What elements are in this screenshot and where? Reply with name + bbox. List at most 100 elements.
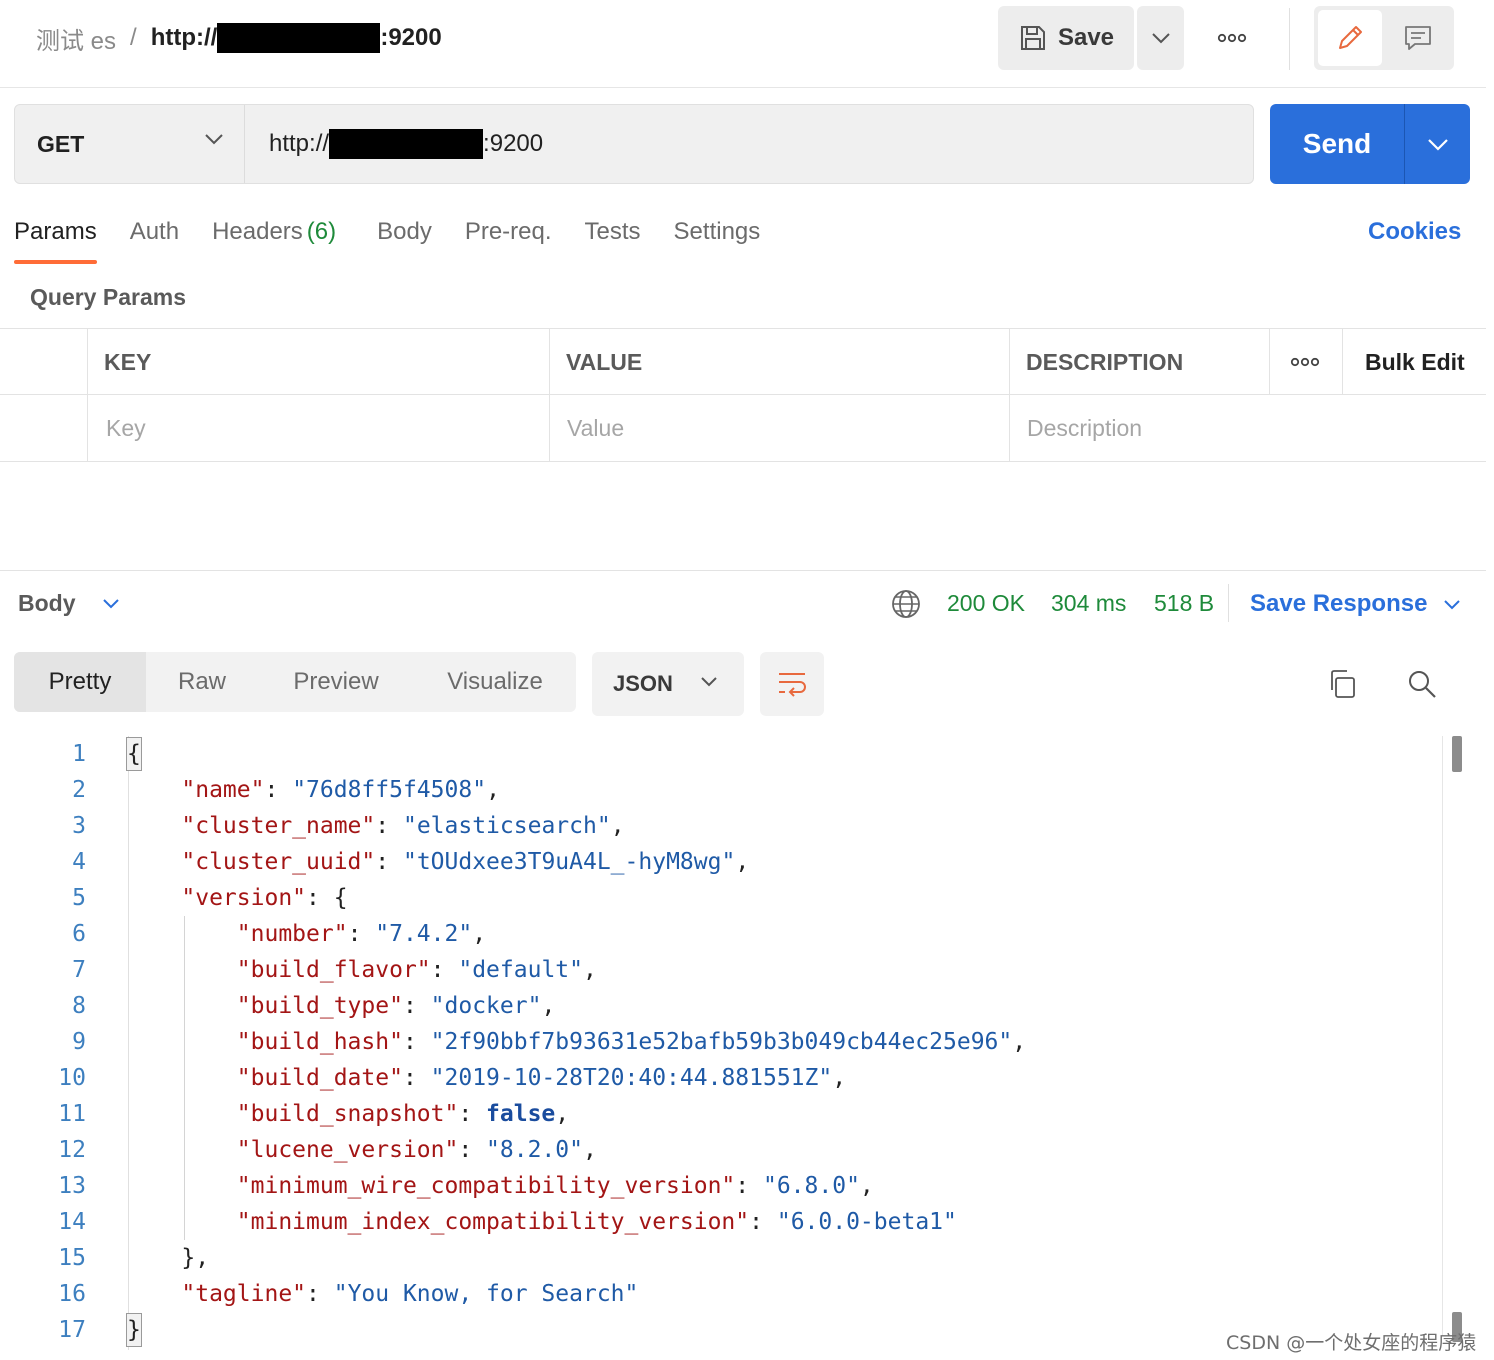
code-token: "cluster_uuid" xyxy=(181,849,376,875)
key-input[interactable]: Key xyxy=(88,395,548,461)
globe-icon[interactable] xyxy=(890,588,922,620)
tab-headers[interactable]: Headers (6) xyxy=(212,212,336,264)
code-line: 6 "number": "7.4.2", xyxy=(0,916,1440,952)
code-token: , xyxy=(472,921,487,947)
code-token: "build_type" xyxy=(236,993,403,1019)
code-token: "2019-10-28T20:40:44.881551Z" xyxy=(430,1065,833,1091)
redacted-host xyxy=(329,129,484,159)
request-header-bar: 测试 es / http:// :9200 Save xyxy=(0,0,1486,88)
save-button-label: Save xyxy=(1057,24,1115,51)
url-input[interactable]: http:// :9200 xyxy=(269,127,543,161)
edit-mode-button[interactable] xyxy=(1318,10,1382,66)
more-actions-button[interactable] xyxy=(1208,22,1256,54)
code-line: 10 "build_date": "2019-10-28T20:40:44.88… xyxy=(0,1060,1440,1096)
line-number: 1 xyxy=(72,741,86,767)
code-line: 1{ xyxy=(0,736,1440,772)
save-icon xyxy=(1020,26,1045,50)
send-options-dropdown[interactable] xyxy=(1405,104,1470,184)
description-input[interactable]: Description xyxy=(1010,395,1480,461)
code-token: : xyxy=(735,1173,763,1199)
code-token: "lucene_version" xyxy=(236,1137,459,1163)
save-button[interactable]: Save xyxy=(998,6,1134,70)
send-button[interactable]: Send xyxy=(1270,104,1404,184)
method-value: GET xyxy=(37,130,85,157)
breadcrumb: 测试 es / http:// :9200 xyxy=(36,21,442,56)
format-value: JSON xyxy=(613,671,673,696)
save-response-label: Save Response xyxy=(1250,590,1428,617)
response-time[interactable]: 304 ms xyxy=(1051,590,1126,617)
value-input[interactable]: Value xyxy=(550,395,1008,461)
toolbar-divider xyxy=(1289,8,1290,70)
scrollbar-track xyxy=(1442,736,1443,1336)
copy-button[interactable] xyxy=(1322,664,1362,704)
tab-tests[interactable]: Tests xyxy=(585,212,641,264)
save-options-dropdown[interactable] xyxy=(1137,6,1184,70)
code-line: 12 "lucene_version": "8.2.0", xyxy=(0,1132,1440,1168)
request-name[interactable]: http:// :9200 xyxy=(151,23,442,53)
code-token: : xyxy=(402,1065,431,1091)
column-header-description: DESCRIPTION xyxy=(1026,348,1184,375)
line-number: 4 xyxy=(72,849,86,875)
format-select[interactable]: JSON xyxy=(592,652,744,716)
request-url-bar: GET http:// :9200 xyxy=(14,104,1254,184)
code-line: 9 "build_hash": "2f90bbf7b93631e52bafb59… xyxy=(0,1024,1440,1060)
bulk-edit-button[interactable]: Bulk Edit xyxy=(1348,329,1465,395)
table-options-button[interactable] xyxy=(1270,329,1342,395)
response-section-select[interactable]: Body xyxy=(18,590,120,617)
tab-params[interactable]: Params xyxy=(14,212,97,264)
line-number: 14 xyxy=(58,1209,86,1235)
method-select[interactable]: GET xyxy=(15,105,245,183)
tab-pre-request[interactable]: Pre-req. xyxy=(465,212,552,264)
status-divider xyxy=(1228,584,1229,622)
view-preview[interactable]: Preview xyxy=(258,652,414,712)
line-number: 7 xyxy=(72,957,86,983)
save-response-button[interactable]: Save Response xyxy=(1250,590,1461,618)
comments-button[interactable] xyxy=(1386,10,1450,66)
code-line: 8 "build_type": "docker", xyxy=(0,988,1440,1024)
code-line: 14 "minimum_index_compatibility_version"… xyxy=(0,1204,1440,1240)
search-button[interactable] xyxy=(1402,664,1442,704)
response-view-tabs: Pretty Raw Preview Visualize xyxy=(14,652,576,712)
tab-settings[interactable]: Settings xyxy=(674,212,761,264)
code-text: "minimum_wire_compatibility_version": "6… xyxy=(126,1168,874,1204)
status-code[interactable]: 200 OK xyxy=(947,590,1025,617)
breadcrumb-collection[interactable]: 测试 es xyxy=(36,21,116,56)
chevron-down-icon xyxy=(102,599,119,609)
wrap-lines-icon xyxy=(779,673,806,697)
line-number: 13 xyxy=(58,1173,86,1199)
code-token: } xyxy=(126,1313,142,1347)
code-text: "build_flavor": "default", xyxy=(126,952,597,988)
view-pretty[interactable]: Pretty xyxy=(14,652,146,712)
code-token: "76d8ff5f4508" xyxy=(292,777,487,803)
line-number: 10 xyxy=(58,1065,86,1091)
code-text: "lucene_version": "8.2.0", xyxy=(126,1132,597,1168)
code-text: { xyxy=(126,736,142,772)
view-raw[interactable]: Raw xyxy=(146,652,258,712)
code-token: "tagline" xyxy=(181,1281,307,1307)
wrap-lines-button[interactable] xyxy=(760,652,824,716)
comment-icon xyxy=(1405,26,1431,50)
scrollbar-thumb[interactable] xyxy=(1452,736,1462,772)
cookies-link[interactable]: Cookies xyxy=(1368,218,1461,246)
table-header-row: KEY VALUE DESCRIPTION Bulk Edit xyxy=(0,329,1486,395)
code-token: "7.4.2" xyxy=(375,921,473,947)
response-body-editor[interactable]: 1{2 "name": "76d8ff5f4508", 3 "cluster_na… xyxy=(0,736,1486,1360)
code-text: "build_date": "2019-10-28T20:40:44.88155… xyxy=(126,1060,846,1096)
view-visualize[interactable]: Visualize xyxy=(414,652,576,712)
query-params-table: KEY VALUE DESCRIPTION Bulk Edit Key Valu… xyxy=(0,328,1486,462)
tab-body[interactable]: Body xyxy=(377,212,432,264)
code-token: "cluster_name" xyxy=(181,813,376,839)
code-token: "default" xyxy=(458,957,583,983)
response-size[interactable]: 518 B xyxy=(1154,590,1214,617)
tab-auth[interactable]: Auth xyxy=(130,212,179,264)
code-token: , xyxy=(541,993,556,1019)
line-number: 8 xyxy=(72,993,86,1019)
search-icon xyxy=(1409,671,1436,698)
url-prefix: http:// xyxy=(269,130,330,157)
